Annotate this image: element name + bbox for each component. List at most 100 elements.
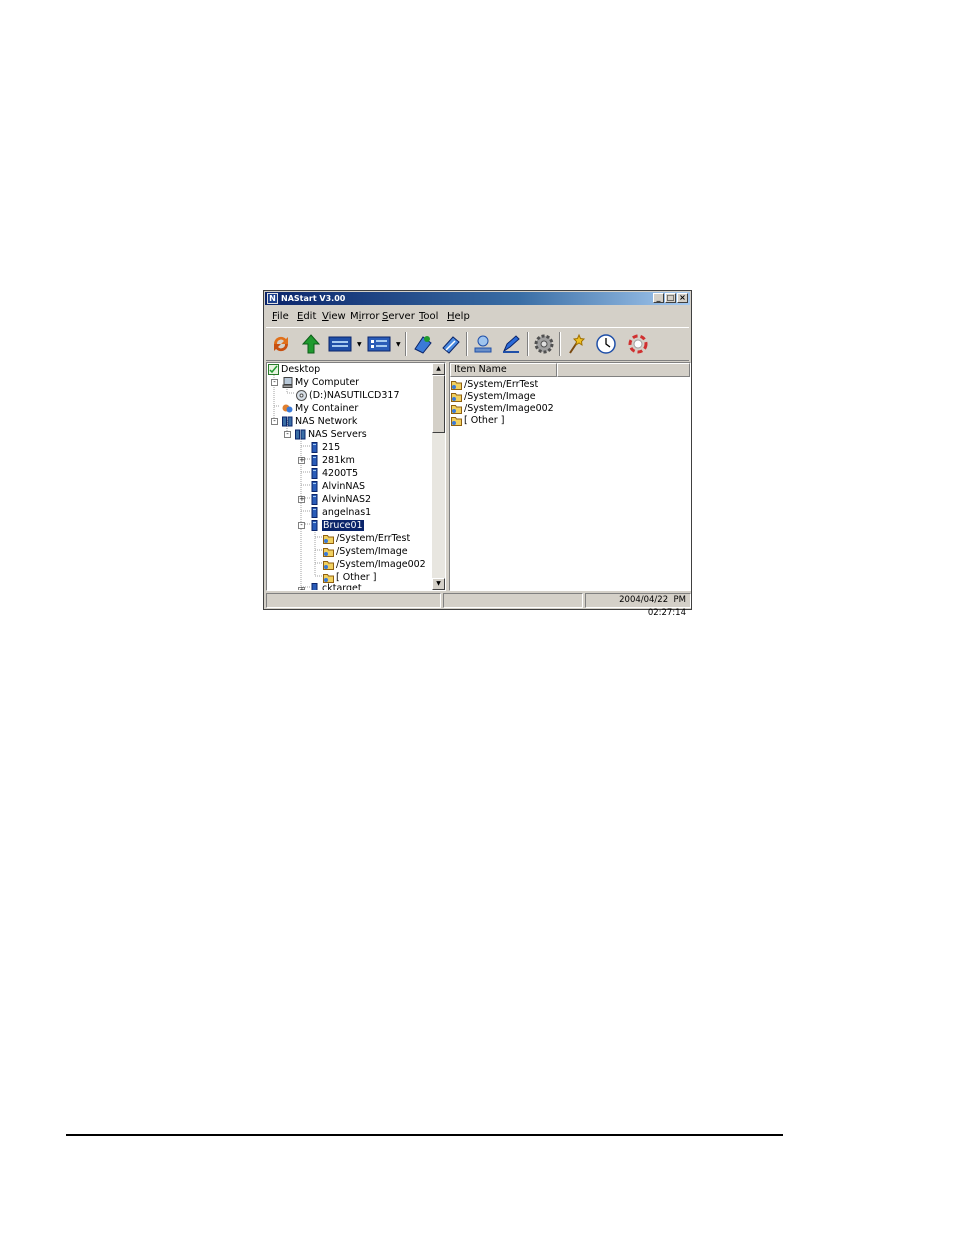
schedule-button[interactable] bbox=[595, 333, 617, 355]
tree-label: /System/Image bbox=[336, 546, 408, 557]
tree-label: 215 bbox=[322, 442, 341, 453]
expand-toggle[interactable]: + bbox=[298, 496, 305, 503]
app-icon: N bbox=[267, 293, 278, 304]
list-item-label: [ Other ] bbox=[464, 414, 505, 426]
tree-node-nas-network[interactable]: NAS Network bbox=[282, 415, 357, 428]
menu-view[interactable]: View bbox=[322, 311, 346, 323]
chevron-down-icon[interactable]: ▼ bbox=[396, 341, 401, 348]
shared-folder-icon bbox=[323, 535, 334, 544]
toolbar-separator bbox=[559, 332, 561, 356]
tree-node-server[interactable]: 4200T5 bbox=[309, 467, 358, 480]
list-item[interactable]: /System/Image002 bbox=[451, 402, 554, 414]
item-list-pane: Item Name /System/ErrTest /System/Image … bbox=[449, 362, 691, 591]
chevron-down-icon[interactable]: ▼ bbox=[357, 341, 362, 348]
collapse-toggle[interactable]: - bbox=[284, 431, 291, 438]
network-icon bbox=[282, 416, 293, 427]
tree-node-drive-d[interactable]: (D:)NASUTILCD317 bbox=[296, 389, 400, 402]
shared-folder-icon bbox=[451, 380, 462, 390]
menu-edit[interactable]: Edit bbox=[297, 311, 316, 323]
tree-node-server[interactable]: 281km bbox=[309, 454, 355, 467]
status-date: 2004/04/22 bbox=[619, 595, 669, 605]
status-panel-1 bbox=[266, 593, 441, 608]
shared-folder-icon bbox=[451, 392, 462, 402]
tree-label: My Computer bbox=[295, 377, 360, 388]
minimize-button[interactable]: _ bbox=[653, 293, 664, 303]
up-button[interactable] bbox=[300, 333, 322, 355]
list-item[interactable]: /System/ErrTest bbox=[451, 378, 538, 390]
settings-button[interactable] bbox=[533, 333, 555, 355]
tree-node-server[interactable]: 215 bbox=[309, 441, 340, 454]
expand-toggle[interactable]: + bbox=[298, 587, 305, 590]
scroll-thumb[interactable] bbox=[432, 375, 445, 433]
connect-icon bbox=[474, 335, 492, 353]
tree-label: NAS Servers bbox=[308, 429, 367, 440]
menu-bar: File Edit View Mirror Server Tool Help bbox=[266, 309, 689, 325]
nas-server-icon bbox=[311, 520, 318, 531]
mirror-button[interactable] bbox=[412, 333, 434, 355]
tree-scrollbar[interactable]: ▲ ▼ bbox=[432, 363, 445, 590]
column-header-empty bbox=[557, 363, 690, 377]
column-header-item-name[interactable]: Item Name bbox=[450, 363, 557, 377]
close-button[interactable]: × bbox=[677, 293, 688, 303]
cd-drive-icon bbox=[296, 390, 307, 401]
tree-node-my-computer[interactable]: My Computer bbox=[282, 376, 359, 389]
settings-gear-icon bbox=[534, 334, 554, 354]
menu-server[interactable]: Server bbox=[382, 311, 415, 323]
expand-toggle[interactable]: + bbox=[298, 457, 305, 464]
menu-file[interactable]: File bbox=[272, 311, 289, 323]
tree-label: Desktop bbox=[281, 364, 321, 375]
menu-tool[interactable]: Tool bbox=[419, 311, 438, 323]
tree-node-server[interactable]: angelnas1 bbox=[309, 506, 371, 519]
nas-server-icon bbox=[311, 442, 318, 453]
edit-button[interactable] bbox=[500, 333, 522, 355]
collapse-toggle[interactable]: - bbox=[298, 522, 305, 529]
tree-node-server[interactable]: AlvinNAS bbox=[309, 480, 365, 493]
menu-help[interactable]: Help bbox=[447, 311, 470, 323]
view-large-button[interactable] bbox=[328, 333, 352, 355]
collapse-toggle[interactable]: - bbox=[271, 379, 278, 386]
status-datetime: 2004/04/22 PM 02:27:14 bbox=[585, 593, 691, 618]
scroll-down-button[interactable]: ▼ bbox=[432, 578, 445, 590]
tree-node-folder[interactable]: /System/Image002 bbox=[323, 558, 426, 571]
help-button[interactable] bbox=[627, 333, 649, 355]
tree-node-folder[interactable]: /System/ErrTest bbox=[323, 532, 410, 545]
clock-icon bbox=[596, 334, 616, 354]
connect-button[interactable] bbox=[472, 333, 494, 355]
scroll-up-button[interactable]: ▲ bbox=[432, 363, 445, 375]
tree-label: 4200T5 bbox=[322, 468, 359, 479]
collapse-toggle[interactable]: - bbox=[271, 418, 278, 425]
tree-label: /System/ErrTest bbox=[336, 533, 411, 544]
shared-folder-icon bbox=[451, 404, 462, 414]
tree-label: AlvinNAS bbox=[322, 481, 366, 492]
copy-button[interactable] bbox=[440, 333, 462, 355]
tree-node-server[interactable]: AlvinNAS2 bbox=[309, 493, 371, 506]
toolbar-separator bbox=[405, 332, 407, 356]
list-item[interactable]: /System/Image bbox=[451, 390, 536, 402]
menu-mirror[interactable]: Mirror bbox=[350, 311, 379, 323]
tree-label: My Container bbox=[295, 403, 359, 414]
shared-folder-icon bbox=[323, 561, 334, 570]
edit-icon bbox=[502, 335, 520, 353]
folder-tree: Desktop - My Computer (D:)NASUTILCD317 M… bbox=[267, 363, 433, 590]
tree-node-desktop[interactable]: Desktop bbox=[268, 363, 320, 376]
maximize-button[interactable]: □ bbox=[665, 293, 676, 303]
mirror-icon bbox=[414, 336, 432, 354]
container-icon bbox=[282, 404, 293, 413]
computer-icon bbox=[282, 377, 293, 388]
title-bar[interactable]: N NAStart V3.00 _ □ × bbox=[265, 292, 690, 305]
tree-node-my-container[interactable]: My Container bbox=[282, 402, 358, 415]
refresh-button[interactable] bbox=[270, 333, 292, 355]
servers-icon bbox=[295, 429, 306, 440]
tree-node-server-selected[interactable]: Bruce01 bbox=[309, 519, 364, 532]
view-details-button[interactable] bbox=[367, 333, 391, 355]
status-bar: 2004/04/22 PM 02:27:14 bbox=[266, 593, 691, 618]
list-item[interactable]: [ Other ] bbox=[451, 414, 504, 426]
up-arrow-icon bbox=[301, 334, 321, 354]
tree-pane: Desktop - My Computer (D:)NASUTILCD317 M… bbox=[266, 362, 446, 591]
tree-label: (D:)NASUTILCD317 bbox=[309, 390, 400, 401]
tree-node-server[interactable]: cktarget bbox=[309, 582, 362, 590]
tree-node-nas-servers[interactable]: NAS Servers bbox=[295, 428, 367, 441]
tree-node-folder[interactable]: /System/Image bbox=[323, 545, 408, 558]
toolbar: ▼ ▼ bbox=[266, 327, 689, 361]
wizard-button[interactable] bbox=[564, 333, 586, 355]
